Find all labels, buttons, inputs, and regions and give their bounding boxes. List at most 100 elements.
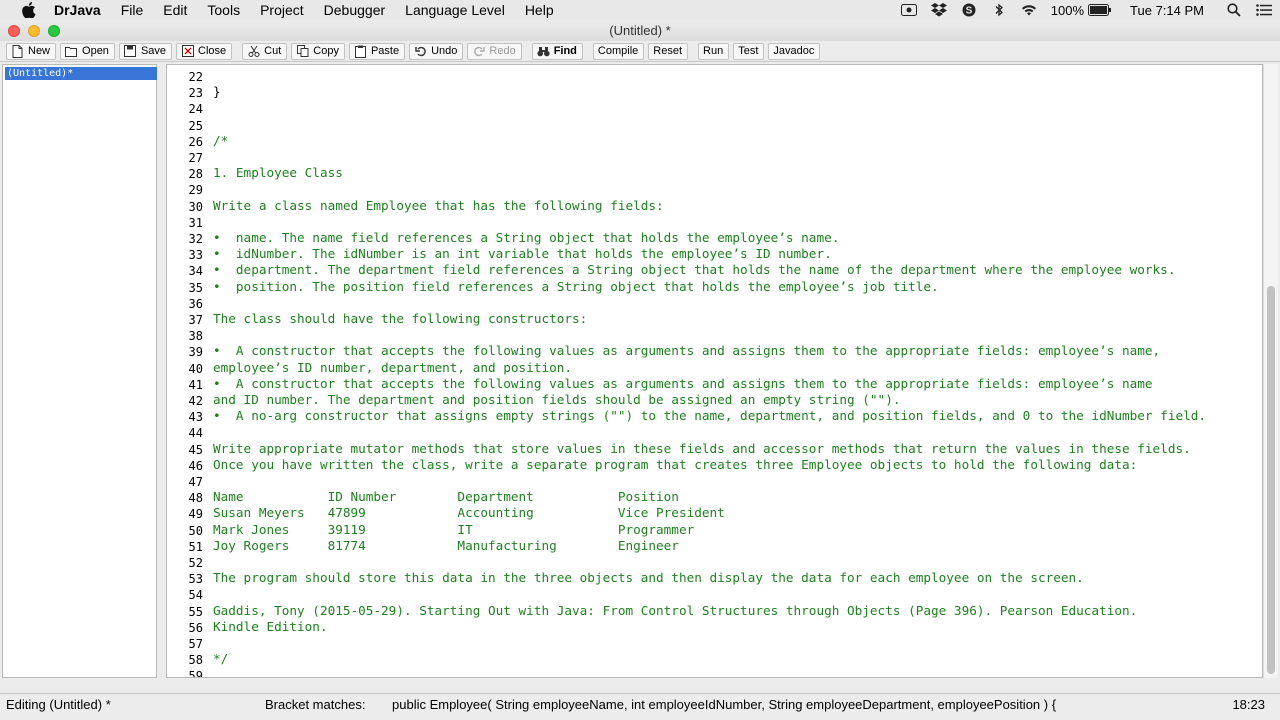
code-line[interactable]: Joy Rogers 81774 Manufacturing Engineer	[213, 538, 679, 553]
battery-icon[interactable]	[1088, 3, 1112, 17]
save-button[interactable]: Save	[118, 42, 173, 60]
code-line[interactable]: • A constructor that accepts the followi…	[213, 343, 1160, 358]
menu-project[interactable]: Project	[260, 2, 304, 18]
line-number: 45	[188, 442, 203, 457]
code-line[interactable]: and ID number. The department and positi…	[213, 392, 900, 407]
window-title: (Untitled) *	[609, 23, 671, 38]
apple-menu-icon[interactable]	[22, 2, 36, 18]
code-line[interactable]: Once you have written the class, write a…	[213, 457, 1137, 472]
code-text-area[interactable]: } /* 1. Employee Class Write a class named …	[213, 65, 1262, 677]
code-line[interactable]: }	[213, 84, 221, 99]
copy-button[interactable]: Copy	[291, 42, 345, 60]
screen-record-icon[interactable]	[900, 3, 917, 17]
document-list-pane: (Untitled)*	[2, 64, 157, 678]
menu-app-name[interactable]: DrJava	[54, 2, 101, 18]
menu-edit[interactable]: Edit	[163, 2, 187, 18]
reset-button-label: Reset	[653, 45, 683, 57]
notification-center-icon[interactable]	[1256, 3, 1272, 17]
scrollbar-thumb[interactable]	[1267, 286, 1275, 674]
line-number: 41	[188, 377, 203, 392]
code-line[interactable]: • position. The position field reference…	[213, 279, 939, 294]
code-line[interactable]: */	[213, 651, 228, 666]
test-button[interactable]: Test	[733, 42, 765, 60]
svg-text:S: S	[965, 6, 972, 17]
code-line[interactable]: Name ID Number Department Position	[213, 489, 679, 504]
run-button[interactable]: Run	[698, 42, 730, 60]
cut-button[interactable]: Cut	[242, 42, 288, 60]
menu-help[interactable]: Help	[525, 2, 554, 18]
line-number: 48	[188, 491, 203, 506]
code-line[interactable]: 1. Employee Class	[213, 165, 343, 180]
code-line[interactable]: Gaddis, Tony (2015-05-29). Starting Out …	[213, 603, 1137, 618]
window-maximize-button[interactable]	[48, 25, 60, 37]
menu-language-level[interactable]: Language Level	[405, 2, 505, 18]
dropbox-icon[interactable]	[930, 3, 947, 17]
undo-button-label: Undo	[431, 45, 458, 57]
line-number: 31	[188, 215, 203, 230]
window-close-button[interactable]	[8, 25, 20, 37]
line-number: 54	[188, 588, 203, 603]
find-button-label: Find	[553, 45, 577, 57]
document-list-item[interactable]: (Untitled)*	[5, 67, 157, 80]
toolbar: New Open Save Close Cut Copy Paste Undo …	[0, 41, 1280, 62]
undo-arrow-icon	[414, 45, 427, 58]
editor-horizontal-scrollbar[interactable]	[0, 680, 1280, 692]
open-button[interactable]: Open	[60, 42, 115, 60]
code-editor[interactable]: 22 23 24 25 26 27 28 29 30 31 32 33 34 35 36 37 38 39 40 41…	[166, 64, 1263, 678]
window-minimize-button[interactable]	[28, 25, 40, 37]
status-bar: Editing (Untitled) * Bracket matches: pu…	[0, 693, 1280, 715]
line-number: 42	[188, 394, 203, 408]
open-folder-icon	[65, 45, 78, 58]
code-line[interactable]: The program should store this data in th…	[213, 570, 1084, 585]
line-number: 39	[188, 345, 203, 360]
reset-button[interactable]: Reset	[648, 42, 689, 60]
menu-file[interactable]: File	[121, 2, 144, 18]
editor-vertical-scrollbar[interactable]	[1263, 64, 1278, 678]
menu-debugger[interactable]: Debugger	[324, 2, 386, 18]
menu-tools[interactable]: Tools	[207, 2, 240, 18]
paste-button-label: Paste	[370, 45, 400, 57]
code-line[interactable]: • name. The name field references a Stri…	[213, 230, 839, 245]
code-line[interactable]: • A constructor that accepts the followi…	[213, 376, 1153, 391]
line-number: 38	[188, 329, 203, 344]
code-line[interactable]: Kindle Edition.	[213, 619, 328, 634]
skype-icon[interactable]: S	[961, 3, 977, 17]
bluetooth-icon[interactable]	[991, 3, 1007, 17]
code-line[interactable]: • A no-arg constructor that assigns empt…	[213, 408, 1206, 423]
code-line[interactable]: employee’s ID number, department, and po…	[213, 360, 572, 375]
run-button-label: Run	[703, 45, 724, 57]
redo-button[interactable]: Redo	[467, 42, 522, 60]
close-button[interactable]: Close	[176, 42, 233, 60]
save-button-label: Save	[140, 45, 167, 57]
find-button[interactable]: Find	[531, 42, 583, 60]
bracket-matches-value: public Employee( String employeeName, in…	[392, 697, 1057, 712]
line-number: 28	[188, 167, 203, 182]
line-number: 52	[188, 556, 203, 570]
line-number: 43	[188, 410, 203, 425]
javadoc-button-label: Javadoc	[773, 45, 815, 57]
code-line[interactable]: Write appropriate mutator methods that s…	[213, 441, 1191, 456]
line-number: 58	[188, 653, 203, 668]
code-line[interactable]: The class should have the following cons…	[213, 311, 587, 326]
spotlight-search-icon[interactable]	[1226, 3, 1242, 17]
compile-button[interactable]: Compile	[592, 42, 645, 60]
line-number: 40	[188, 361, 203, 376]
code-line[interactable]: /*	[213, 133, 228, 148]
line-number: 23	[188, 86, 203, 101]
compile-button-label: Compile	[597, 45, 639, 57]
new-button[interactable]: New	[6, 42, 57, 60]
code-line[interactable]: • idNumber. The idNumber is an int varia…	[213, 246, 832, 261]
line-number: 24	[188, 102, 203, 117]
menu-bar-clock[interactable]: Tue 7:14 PM	[1130, 3, 1204, 18]
line-number: 51	[188, 539, 203, 554]
cursor-position: 18:23	[1232, 697, 1265, 712]
code-line[interactable]: Susan Meyers 47899 Accounting Vice Presi…	[213, 505, 725, 520]
javadoc-button[interactable]: Javadoc	[768, 42, 821, 60]
pane-splitter[interactable]	[158, 64, 166, 678]
wifi-icon[interactable]	[1021, 3, 1037, 17]
paste-button[interactable]: Paste	[348, 42, 406, 60]
code-line[interactable]: Mark Jones 39119 IT Programmer	[213, 522, 694, 537]
undo-button[interactable]: Undo	[409, 42, 464, 60]
code-line[interactable]: Write a class named Employee that has th…	[213, 198, 664, 213]
code-line[interactable]: • department. The department field refer…	[213, 262, 1175, 277]
